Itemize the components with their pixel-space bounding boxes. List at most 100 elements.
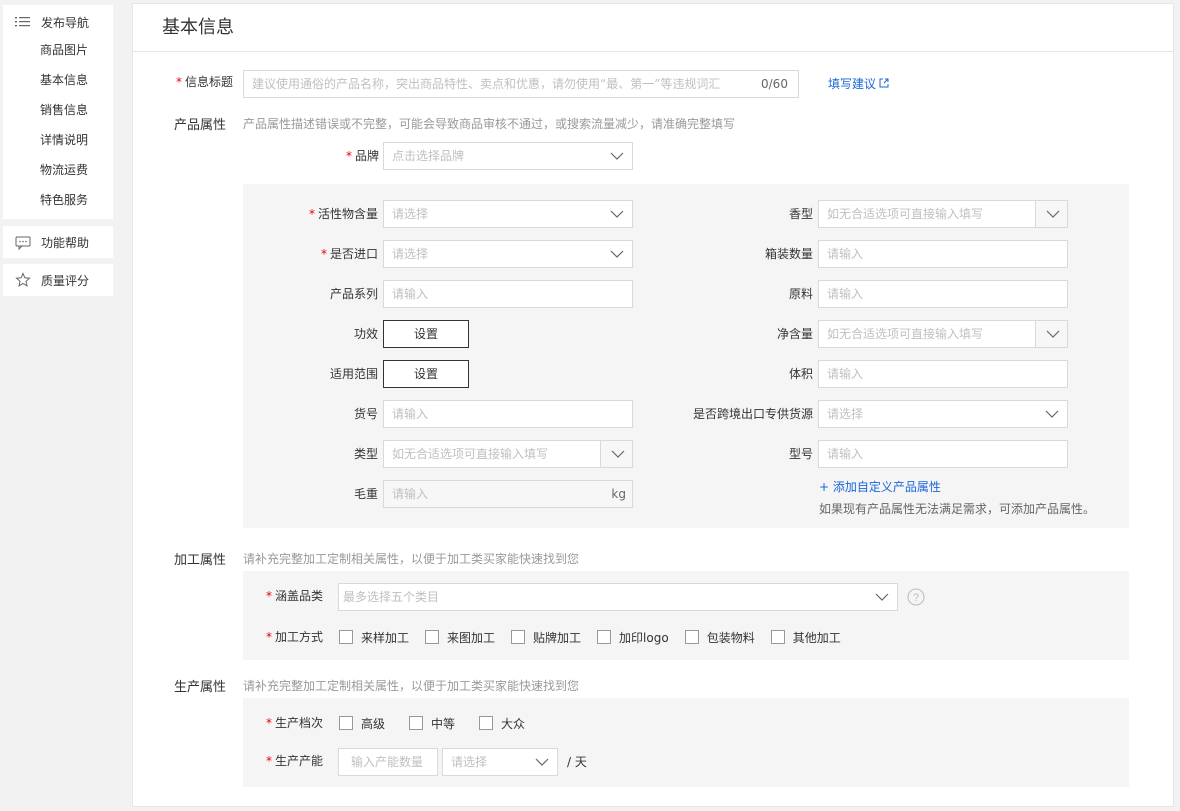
- info-title-label: * 信息标题: [175, 75, 233, 89]
- method-option[interactable]: 来样加工: [339, 627, 409, 647]
- capacity-input[interactable]: 输入产能数量: [338, 748, 438, 776]
- import-label: * 是否进口: [320, 247, 378, 261]
- model-label: 型号: [788, 447, 813, 461]
- cross-border-select[interactable]: 请选择: [818, 400, 1068, 428]
- nav-item-details[interactable]: 详情说明: [3, 125, 113, 155]
- cross-border-label: 是否跨境出口专供货源: [692, 407, 813, 421]
- brand-label: * 品牌: [345, 149, 379, 163]
- material-label: 原料: [788, 287, 813, 301]
- type-label: 类型: [353, 447, 378, 461]
- add-custom-attr-link[interactable]: + 添加自定义产品属性: [819, 478, 941, 495]
- box-qty-input[interactable]: 请输入: [818, 240, 1068, 268]
- category-label: * 涵盖品类: [265, 589, 323, 603]
- checkbox[interactable]: [770, 630, 785, 644]
- add-custom-attr-hint: 如果现有产品属性无法满足需求，可添加产品属性。: [819, 502, 1096, 516]
- star-icon: [15, 272, 31, 288]
- material-input[interactable]: 请输入: [818, 280, 1068, 308]
- model-input[interactable]: 请输入: [818, 440, 1068, 468]
- attribute-panel: [243, 184, 1129, 528]
- nav-item-sales-info[interactable]: 销售信息: [3, 95, 113, 125]
- active-content-select[interactable]: 请选择: [383, 200, 633, 228]
- chevron-down-icon: [610, 250, 624, 258]
- checkbox[interactable]: [479, 716, 494, 730]
- effect-setting-button[interactable]: 设置: [383, 320, 469, 348]
- effect-label: 功效: [353, 327, 378, 341]
- scope-setting-button[interactable]: 设置: [383, 360, 469, 388]
- help-question-icon[interactable]: ?: [907, 588, 925, 609]
- item-no-label: 货号: [353, 407, 378, 421]
- chevron-down-icon: [1046, 330, 1060, 338]
- chevron-down-icon: [610, 210, 624, 218]
- fragrance-combobox[interactable]: 如无合适选项可直接输入填写: [818, 200, 1068, 228]
- production-attr-hint: 请补充完整加工定制相关属性，以便于加工类买家能快速找到您: [243, 679, 580, 693]
- checkbox[interactable]: [339, 630, 353, 644]
- gross-weight-label: 毛重: [353, 487, 378, 501]
- item-no-input[interactable]: 请输入: [383, 400, 633, 428]
- quality-label: 质量评分: [41, 273, 90, 288]
- method-option[interactable]: 加印logo: [597, 627, 669, 647]
- method-option[interactable]: 其他加工: [770, 627, 841, 647]
- net-content-dropdown-toggle[interactable]: [1035, 321, 1067, 347]
- capacity-label: * 生产产能: [265, 754, 323, 768]
- checkbox[interactable]: [597, 630, 612, 644]
- quality-score-button[interactable]: 质量评分: [3, 264, 113, 296]
- net-content-combobox[interactable]: 如无合适选项可直接输入填写: [818, 320, 1068, 348]
- checkbox[interactable]: [684, 630, 699, 644]
- chevron-down-icon: [611, 450, 625, 458]
- type-dropdown-toggle[interactable]: [600, 441, 632, 467]
- publish-nav: 发布导航 商品图片 基本信息 销售信息 详情说明 物流运费 特色服务: [3, 5, 113, 219]
- main-panel: 基本信息 * 信息标题 建议使用通俗的产品名称，突出商品特性、卖点和优惠，请勿使用…: [132, 3, 1174, 807]
- category-select[interactable]: 最多选择五个类目: [338, 583, 898, 611]
- method-options: 来样加工 来图加工 贴牌加工 加印logo 包装物料 其他加工: [339, 627, 841, 647]
- brand-select[interactable]: 点击选择品牌: [383, 142, 633, 170]
- chevron-down-icon: [1045, 410, 1059, 418]
- list-icon: [15, 14, 31, 30]
- chevron-down-icon: [610, 152, 624, 160]
- page-title: 基本信息: [133, 4, 1173, 52]
- method-option[interactable]: 来图加工: [425, 627, 495, 647]
- volume-input[interactable]: 请输入: [818, 360, 1068, 388]
- help-label: 功能帮助: [41, 235, 90, 250]
- import-select[interactable]: 请选择: [383, 240, 633, 268]
- scope-label: 适用范围: [329, 367, 378, 381]
- series-label: 产品系列: [329, 287, 378, 301]
- suggest-link[interactable]: 填写建议: [828, 70, 889, 98]
- required-mark: *: [175, 75, 182, 89]
- checkbox[interactable]: [339, 716, 353, 730]
- chevron-down-icon: [875, 593, 889, 601]
- checkbox[interactable]: [409, 716, 424, 730]
- nav-item-shipping[interactable]: 物流运费: [3, 155, 113, 185]
- gross-weight-unit: kg: [585, 481, 632, 507]
- method-option[interactable]: 包装物料: [684, 627, 755, 647]
- production-attr-title: 生产属性: [174, 680, 227, 695]
- checkbox[interactable]: [425, 630, 440, 644]
- checkbox[interactable]: [511, 630, 526, 644]
- grade-options: 高级 中等 大众: [339, 713, 525, 733]
- capacity-per-day: / 天: [567, 755, 587, 769]
- nav-item-services[interactable]: 特色服务: [3, 185, 113, 215]
- chat-icon: [15, 234, 31, 251]
- help-button[interactable]: 功能帮助: [3, 226, 113, 258]
- grade-option[interactable]: 高级: [339, 713, 385, 733]
- nav-item-images[interactable]: 商品图片: [3, 35, 113, 65]
- svg-text:?: ?: [913, 592, 919, 604]
- fragrance-label: 香型: [788, 207, 813, 221]
- capacity-unit-select[interactable]: 请选择: [442, 748, 558, 776]
- info-title-input[interactable]: 建议使用通俗的产品名称，突出商品特性、卖点和优惠，请勿使用“最、第一”等违规词汇: [243, 70, 799, 98]
- method-label: * 加工方式: [265, 630, 323, 644]
- grade-option[interactable]: 大众: [479, 713, 525, 733]
- nav-head-label: 发布导航: [41, 15, 90, 30]
- process-attr-hint: 请补充完整加工定制相关属性，以便于加工类买家能快速找到您: [243, 552, 580, 566]
- grade-option[interactable]: 中等: [409, 713, 455, 733]
- nav-item-basic-info[interactable]: 基本信息: [3, 65, 113, 95]
- series-input[interactable]: 请输入: [383, 280, 633, 308]
- product-attr-hint: 产品属性描述错误或不完整，可能会导致商品审核不通过，或搜索流量减少，请准确完整填…: [243, 117, 736, 131]
- grade-label: * 生产档次: [265, 716, 323, 730]
- type-combobox[interactable]: 如无合适选项可直接输入填写: [383, 440, 633, 468]
- active-content-label: * 活性物含量: [308, 207, 378, 221]
- external-link-icon: [879, 70, 889, 98]
- net-content-label: 净含量: [776, 327, 813, 341]
- product-attr-title: 产品属性: [174, 118, 227, 133]
- fragrance-dropdown-toggle[interactable]: [1035, 201, 1067, 227]
- method-option[interactable]: 贴牌加工: [511, 627, 581, 647]
